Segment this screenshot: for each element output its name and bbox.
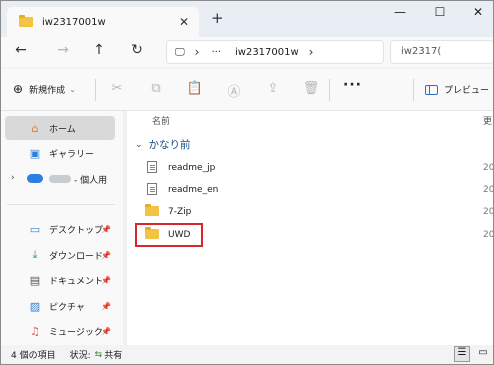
sidebar-item-desktop[interactable]: ▭ デスクトップ 📌 <box>5 217 115 241</box>
search-input[interactable]: iw2317( <box>390 40 493 64</box>
list-item[interactable]: 7-Zip 20 <box>135 201 493 223</box>
highlight-box <box>135 223 203 247</box>
new-tab-button[interactable]: + <box>211 9 224 27</box>
document-icon <box>144 182 160 198</box>
folder-icon <box>19 15 33 27</box>
copy-icon[interactable]: ⧉ <box>147 81 165 96</box>
document-icon: ▤ <box>29 273 41 287</box>
share-icon[interactable]: ⇪ <box>264 81 282 96</box>
sidebar-item-label: ダウンロード <box>49 251 104 262</box>
music-icon: ♫ <box>30 324 40 338</box>
sidebar-item-label: ドキュメント <box>49 276 104 287</box>
plus-icon: ⊕ <box>13 82 24 96</box>
minimize-button[interactable]: — <box>385 5 415 19</box>
pin-icon[interactable]: 📌 <box>101 276 111 285</box>
new-button[interactable]: ⊕ 新規作成 ⌄ <box>13 82 76 96</box>
gallery-icon: ▣ <box>29 146 41 160</box>
close-window-button[interactable]: ✕ <box>463 5 493 19</box>
more-path-button[interactable]: ··· <box>211 47 221 58</box>
chevron-right-icon: › <box>194 45 200 59</box>
onedrive-icon <box>27 173 43 186</box>
command-bar: ⊕ 新規作成 ⌄ ✂ ⧉ 📋 Ⓐ ⇪ 🗑 ··· プレビュー <box>1 69 493 111</box>
sidebar-item-home[interactable]: ⌂ ホーム <box>5 116 115 140</box>
status-value: 共有 <box>104 351 123 361</box>
sidebar-item-onedrive[interactable]: - 個人用 <box>5 167 115 191</box>
shared-icon: ⇆ <box>94 349 103 360</box>
sidebar-item-pictures[interactable]: ▨ ピクチャ 📌 <box>5 294 115 318</box>
folder-icon <box>144 203 160 219</box>
pin-icon[interactable]: 📌 <box>101 225 111 234</box>
divider <box>329 79 330 101</box>
cut-icon[interactable]: ✂ <box>108 81 126 96</box>
download-icon: ⤓ <box>32 248 38 261</box>
file-date: 20 <box>483 163 493 173</box>
tiles-view-button[interactable]: ▭ <box>475 346 491 362</box>
status-bar: 4 個の項目 状況: ⇆ 共有 ☰ ▭ <box>1 345 493 364</box>
pictures-icon: ▨ <box>29 299 41 313</box>
pin-icon[interactable]: 📌 <box>101 302 111 311</box>
refresh-button[interactable]: ↻ <box>127 42 147 58</box>
tab-title: iw2317001w <box>42 16 106 28</box>
redacted-name <box>49 175 71 183</box>
up-button[interactable]: ↑ <box>89 42 109 58</box>
file-date: 20 <box>483 185 493 195</box>
file-name: 7-Zip <box>168 207 192 217</box>
file-list: 名前 更 ⌄ かなり前 readme_jp 20 readme_en 20 7-… <box>127 111 493 345</box>
file-name: readme_en <box>168 185 219 195</box>
tab-bar: iw2317001w ✕ + — ☐ ✕ <box>1 1 493 37</box>
divider <box>95 79 96 101</box>
file-name: readme_jp <box>168 163 216 173</box>
status-label: 状況: <box>69 351 91 361</box>
item-count: 4 個の項目 <box>11 351 56 361</box>
pin-icon[interactable]: 📌 <box>101 327 111 336</box>
preview-label: プレビュー <box>444 86 490 96</box>
address-bar[interactable]: 🖵 › ··· iw2317001w › <box>166 40 384 64</box>
close-tab-icon[interactable]: ✕ <box>179 15 189 29</box>
sidebar-item-music[interactable]: ♫ ミュージック 📌 <box>5 319 115 343</box>
file-date: 20 <box>483 230 493 240</box>
chevron-right-icon: › <box>308 45 314 59</box>
back-button[interactable]: ← <box>11 42 31 58</box>
preview-pane-icon <box>425 84 438 95</box>
chevron-down-icon: ⌄ <box>135 139 143 150</box>
home-icon: ⌂ <box>31 121 39 135</box>
group-label: かなり前 <box>148 139 191 151</box>
sidebar-item-label: ギャラリー <box>49 149 95 160</box>
breadcrumb[interactable]: iw2317001w <box>235 47 299 58</box>
delete-icon[interactable]: 🗑 <box>302 81 320 96</box>
new-button-label: 新規作成 <box>29 85 66 96</box>
computer-icon: 🖵 <box>175 46 185 58</box>
forward-button[interactable]: → <box>53 42 73 58</box>
paste-icon[interactable]: 📋 <box>186 81 204 96</box>
maximize-button[interactable]: ☐ <box>425 5 455 19</box>
sidebar-item-label: - 個人用 <box>74 175 108 186</box>
divider <box>413 79 414 101</box>
navigation-pane: ⌂ ホーム ▣ ギャラリー › - 個人用 ▭ デスクトップ 📌 ⤓ ダウンロー… <box>1 111 123 345</box>
group-header[interactable]: ⌄ かなり前 <box>135 137 191 152</box>
chevron-down-icon: ⌄ <box>69 84 76 94</box>
divider <box>7 204 115 205</box>
sidebar-item-gallery[interactable]: ▣ ギャラリー <box>5 141 115 165</box>
list-item[interactable]: readme_jp 20 <box>135 157 493 179</box>
tab-iw2317001w[interactable]: iw2317001w ✕ <box>7 7 199 37</box>
column-header-name[interactable]: 名前 <box>152 114 170 127</box>
column-header-date[interactable]: 更 <box>483 114 493 127</box>
pin-icon[interactable]: 📌 <box>101 251 111 260</box>
sidebar-item-label: ピクチャ <box>49 302 85 313</box>
document-icon <box>144 160 160 176</box>
file-date: 20 <box>483 207 493 217</box>
details-view-button[interactable]: ☰ <box>454 346 470 362</box>
desktop-icon: ▭ <box>29 222 41 236</box>
navigation-bar: ← → ↑ ↻ 🖵 › ··· iw2317001w › iw2317( <box>1 37 493 67</box>
preview-button[interactable]: プレビュー <box>425 83 489 96</box>
sidebar-item-label: ホーム <box>49 124 76 135</box>
sidebar-item-label: デスクトップ <box>49 225 104 236</box>
file-explorer-window: iw2317001w ✕ + — ☐ ✕ ← → ↑ ↻ 🖵 › ··· iw2… <box>0 0 494 365</box>
sidebar-item-documents[interactable]: ▤ ドキュメント 📌 <box>5 268 115 292</box>
list-item[interactable]: readme_en 20 <box>135 179 493 201</box>
sidebar-item-downloads[interactable]: ⤓ ダウンロード 📌 <box>5 243 115 267</box>
more-options-icon[interactable]: ··· <box>343 77 362 93</box>
rename-icon[interactable]: Ⓐ <box>225 81 243 100</box>
sidebar-item-label: ミュージック <box>49 327 103 338</box>
